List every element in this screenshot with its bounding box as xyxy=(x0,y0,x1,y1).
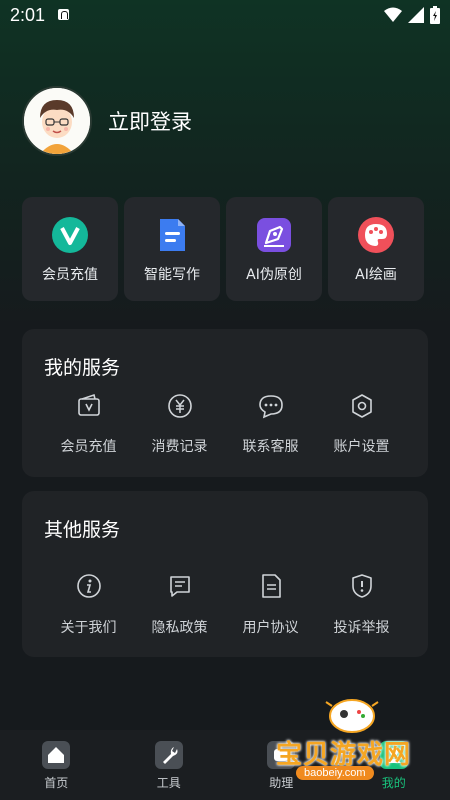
service-label: 关于我们 xyxy=(60,620,117,636)
palette-icon xyxy=(358,217,394,253)
watermark: 宝贝游戏网 baobeiy.com xyxy=(276,690,446,790)
settings-icon xyxy=(351,394,372,418)
status-bar: 2:01 xyxy=(0,0,450,32)
service-contact-support[interactable]: 联系客服 xyxy=(225,391,316,461)
my-services-panel: 我的服务 会员充值 消费记录 联系客服 账户设置 xyxy=(22,329,428,477)
shield-alert-icon xyxy=(351,574,372,598)
pen-icon xyxy=(257,218,291,252)
avatar-boy-icon xyxy=(24,88,90,154)
quick-action-label: 智能写作 xyxy=(144,267,200,283)
agreement-icon xyxy=(261,574,281,598)
chat-icon xyxy=(258,395,283,419)
tab-tools[interactable]: 工具 xyxy=(113,730,226,800)
status-indicators xyxy=(384,6,440,24)
quick-action-ai-drawing[interactable]: AI绘画 xyxy=(328,197,424,301)
wrench-icon xyxy=(154,741,183,769)
avatar[interactable] xyxy=(22,86,92,156)
service-privacy-policy[interactable]: 隐私政策 xyxy=(134,571,225,641)
service-about-us[interactable]: 关于我们 xyxy=(43,571,134,641)
notification-badge-icon xyxy=(58,9,69,20)
service-user-agreement[interactable]: 用户协议 xyxy=(225,571,316,641)
service-label: 账户设置 xyxy=(333,439,390,455)
service-vip-recharge[interactable]: 会员充值 xyxy=(43,391,134,461)
tab-label: 工具 xyxy=(156,776,181,790)
quick-action-smart-writing[interactable]: 智能写作 xyxy=(124,197,220,301)
service-label: 投诉举报 xyxy=(333,620,390,636)
service-label: 用户协议 xyxy=(242,620,299,636)
service-label: 会员充值 xyxy=(60,439,117,455)
login-link[interactable]: 立即登录 xyxy=(108,106,192,136)
service-label: 隐私政策 xyxy=(151,620,208,636)
home-icon xyxy=(42,741,71,769)
quick-actions: 会员充值 智能写作 AI伪原创 AI绘画 xyxy=(22,197,424,301)
service-label: 联系客服 xyxy=(242,439,299,455)
vip-wallet-icon xyxy=(77,393,100,416)
quick-action-vip-recharge[interactable]: 会员充值 xyxy=(22,197,118,301)
vip-v-icon xyxy=(52,217,88,253)
other-services-panel: 其他服务 关于我们 隐私政策 用户协议 投诉举报 xyxy=(22,491,428,657)
quick-action-ai-rewrite[interactable]: AI伪原创 xyxy=(226,197,322,301)
my-services-row: 会员充值 消费记录 联系客服 账户设置 xyxy=(22,391,428,461)
info-icon xyxy=(76,574,101,598)
status-time: 2:01 xyxy=(10,5,46,25)
service-account-settings[interactable]: 账户设置 xyxy=(316,391,407,461)
quick-action-label: AI伪原创 xyxy=(246,267,302,283)
profile-header[interactable]: 立即登录 xyxy=(22,86,192,156)
my-services-title: 我的服务 xyxy=(44,357,121,379)
privacy-doc-icon xyxy=(169,576,190,597)
gamepad-logo-icon xyxy=(325,699,379,733)
service-label: 消费记录 xyxy=(151,439,208,455)
document-icon xyxy=(160,219,185,251)
other-services-title: 其他服务 xyxy=(44,519,121,541)
battery-icon xyxy=(430,6,440,24)
service-consumption-records[interactable]: 消费记录 xyxy=(134,391,225,461)
tab-home[interactable]: 首页 xyxy=(0,730,113,800)
service-report-complaint[interactable]: 投诉举报 xyxy=(316,571,407,641)
wifi-icon xyxy=(384,7,402,22)
quick-action-label: AI绘画 xyxy=(355,267,397,283)
yen-icon xyxy=(167,394,192,418)
tab-label: 首页 xyxy=(44,776,69,790)
other-services-row: 关于我们 隐私政策 用户协议 投诉举报 xyxy=(22,571,428,641)
watermark-url: baobeiy.com xyxy=(296,766,374,780)
signal-icon xyxy=(408,7,424,23)
quick-action-label: 会员充值 xyxy=(42,267,98,283)
